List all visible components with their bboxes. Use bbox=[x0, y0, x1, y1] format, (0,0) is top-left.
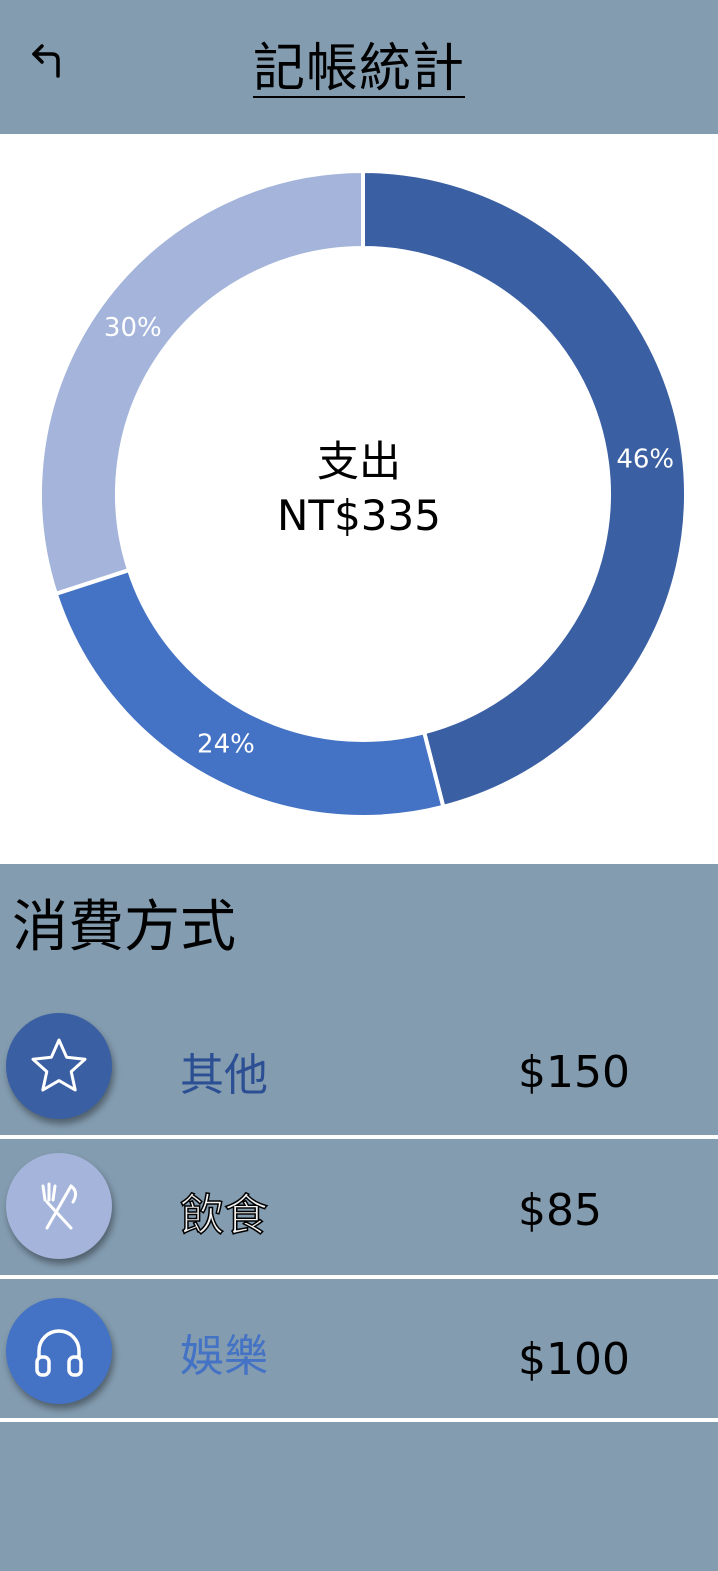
utensils-icon bbox=[41, 1182, 78, 1230]
category-name: 其他 bbox=[180, 1050, 268, 1101]
category-name: 飲食 bbox=[179, 1189, 269, 1242]
donut-chart: 46% 24% 30% 支出 NT$335 bbox=[0, 134, 718, 864]
category-icon-badge bbox=[6, 1013, 112, 1119]
donut-slice bbox=[361, 168, 688, 810]
chart-center-label: 支出 bbox=[316, 437, 401, 486]
slice-percent-label: 24% bbox=[197, 729, 255, 759]
category-row-other[interactable]: 其他 $150 bbox=[0, 1003, 718, 1139]
headphones-icon bbox=[35, 1329, 83, 1377]
category-icon-badge bbox=[6, 1153, 112, 1259]
category-amount: $100 bbox=[518, 1334, 630, 1385]
star-icon bbox=[31, 1038, 87, 1092]
section-title: 消費方式 bbox=[12, 895, 236, 960]
category-row-food[interactable]: 飲食 $85 bbox=[0, 1143, 718, 1279]
donut-slice bbox=[53, 567, 446, 819]
category-name: 娛樂 bbox=[180, 1331, 268, 1382]
chart-center-total: NT$335 bbox=[277, 491, 441, 540]
page-title: 記帳統計 bbox=[252, 39, 465, 99]
category-icon-badge bbox=[6, 1298, 112, 1404]
slice-percent-label: 30% bbox=[104, 313, 162, 343]
category-row-entertainment[interactable]: 娛樂 $100 bbox=[0, 1286, 718, 1422]
category-amount: $85 bbox=[518, 1185, 602, 1236]
category-amount: $150 bbox=[518, 1047, 630, 1098]
header-bar: 記帳統計 bbox=[0, 0, 718, 134]
